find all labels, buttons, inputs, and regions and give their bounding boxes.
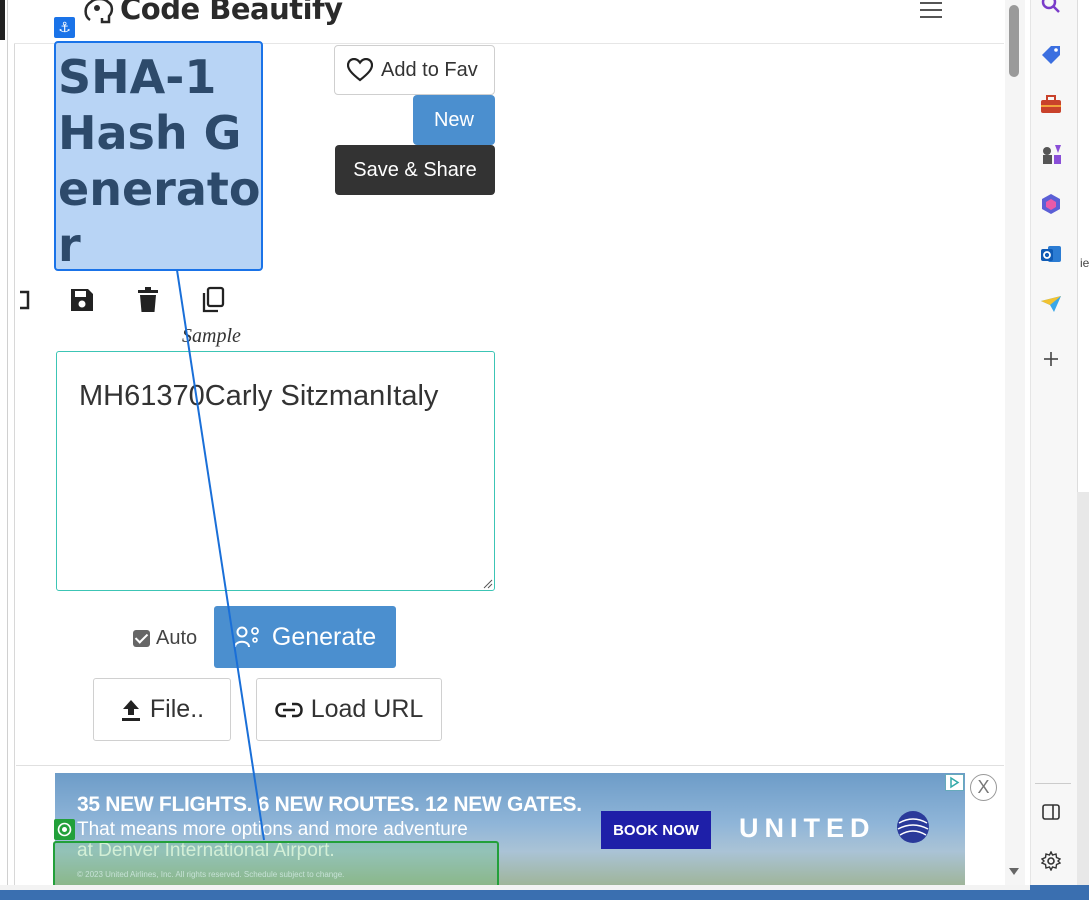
file-label: File..	[149, 695, 205, 723]
save-icon[interactable]	[69, 286, 95, 314]
auto-checkbox[interactable]: Auto	[133, 627, 197, 650]
adchoices-icon[interactable]	[945, 774, 964, 791]
hamburger-menu-icon[interactable]	[920, 2, 942, 18]
left-border	[7, 0, 8, 900]
ad-book-now-button[interactable]: BOOK NOW	[601, 811, 711, 849]
gear-icon[interactable]	[1039, 849, 1063, 873]
adjacent-window-text: ie	[1080, 256, 1089, 270]
input-textarea[interactable]: MH61370Carly SitzmanItaly	[56, 351, 495, 591]
add-to-fav-button[interactable]: Add to Fav	[334, 45, 495, 95]
browser-window: Code Beautify ⚓ SHA-1 Hash Generator Add…	[0, 0, 1089, 900]
upload-icon	[121, 699, 140, 721]
section-divider	[16, 765, 1004, 766]
left-edge-strip	[0, 0, 5, 40]
ad-headline: 35 NEW FLIGHTS. 6 NEW ROUTES. 12 NEW GAT…	[77, 793, 582, 816]
heart-icon	[347, 58, 373, 82]
resize-handle-icon[interactable]	[481, 577, 493, 589]
page-scrollbar[interactable]	[1005, 0, 1025, 885]
adjacent-window-gray	[1077, 492, 1089, 900]
browser-sidebar	[1030, 0, 1077, 890]
games-icon[interactable]	[1039, 142, 1063, 166]
save-share-button[interactable]: Save & Share	[335, 145, 495, 195]
send-icon[interactable]	[1039, 292, 1063, 316]
new-button[interactable]: New	[413, 95, 495, 145]
add-to-fav-label: Add to Fav	[381, 58, 478, 81]
target-icon	[54, 819, 75, 840]
generate-icon	[233, 626, 259, 648]
trash-icon[interactable]	[135, 286, 161, 314]
scrollbar-thumb[interactable]	[1009, 5, 1019, 77]
ad-brand-logo: UNITED	[739, 813, 876, 843]
logo-text[interactable]: Code Beautify	[120, 0, 343, 26]
generate-button[interactable]: Generate	[214, 606, 396, 668]
ad-close-button[interactable]: X	[970, 774, 997, 801]
sample-link[interactable]: Sample	[182, 325, 241, 348]
load-url-label: Load URL	[310, 695, 424, 723]
globe-icon	[897, 811, 929, 843]
checkbox-checked-icon[interactable]	[133, 630, 150, 647]
anchor-icon: ⚓	[54, 17, 75, 38]
window-bottom-edge	[0, 885, 1030, 890]
tools-icon[interactable]	[1039, 92, 1063, 116]
sidebar-separator	[1035, 783, 1071, 784]
expand-icon[interactable]	[8, 286, 34, 314]
generate-label: Generate	[271, 622, 377, 651]
search-icon[interactable]	[1039, 0, 1063, 18]
split-screen-icon[interactable]	[1039, 800, 1063, 824]
copy-icon[interactable]	[200, 286, 226, 314]
microsoft-365-icon[interactable]	[1039, 192, 1063, 216]
shopping-tag-icon[interactable]	[1039, 42, 1063, 66]
file-upload-button[interactable]: File..	[93, 678, 231, 741]
load-url-button[interactable]: Load URL	[256, 678, 442, 741]
link-icon	[274, 702, 303, 717]
content-frame-border	[14, 40, 15, 890]
outlook-icon[interactable]	[1039, 242, 1063, 266]
auto-label: Auto	[156, 627, 198, 649]
scroll-down-arrow-icon[interactable]	[1008, 866, 1020, 876]
page-title-selection: SHA-1 Hash Generator	[54, 41, 263, 271]
page-title: SHA-1 Hash Generator	[58, 50, 261, 271]
logo-icon[interactable]	[82, 0, 116, 26]
add-icon[interactable]	[1039, 347, 1063, 371]
ad-subtext-1: That means more options and more adventu…	[77, 819, 468, 840]
